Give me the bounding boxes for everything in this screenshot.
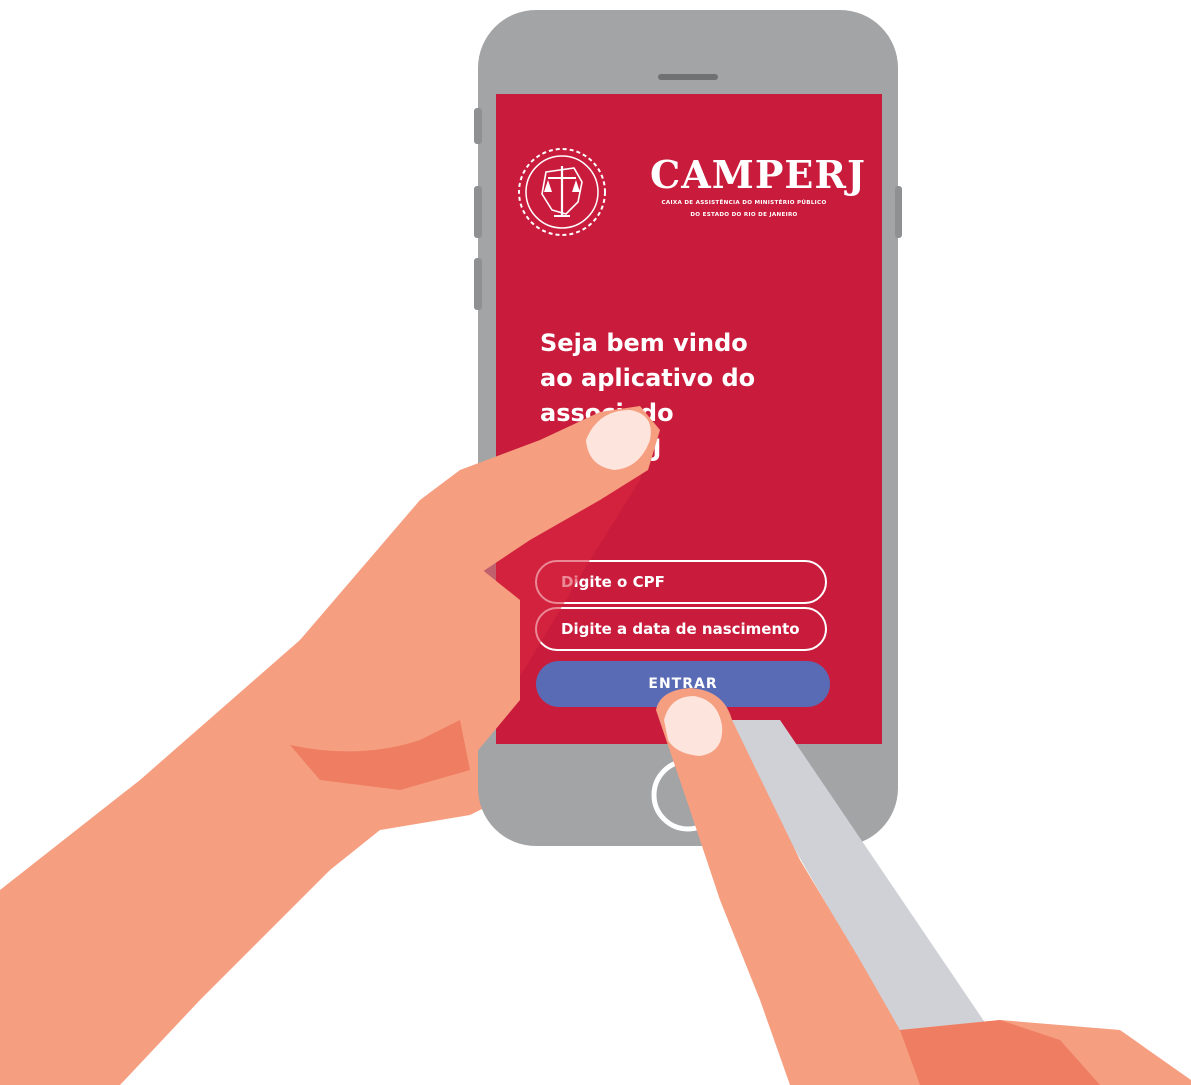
scales-of-justice-emblem-icon (518, 148, 606, 236)
phone-side-button-2 (474, 186, 482, 238)
phone-side-button-1 (474, 108, 482, 144)
welcome-message: Seja bem vindo ao aplicativo do associad… (540, 326, 840, 466)
welcome-line-3: associado (540, 399, 674, 427)
welcome-line-1: Seja bem vindo (540, 329, 748, 357)
cpf-input[interactable]: Digite o CPF (535, 560, 827, 604)
birthdate-input[interactable]: Digite a data de nascimento (535, 607, 827, 651)
phone-power-button (895, 186, 902, 238)
enter-button[interactable]: ENTRAR (536, 661, 830, 707)
brand-header: CAMPERJ (510, 140, 870, 240)
welcome-line-2: ao aplicativo do (540, 364, 756, 392)
brand-subtitle-line2: DO ESTADO DO RIO DE JANEIRO (690, 212, 798, 218)
phone-speaker (658, 74, 718, 80)
welcome-line-4: CAMPERJ (540, 434, 662, 462)
brand-subtitle-line1: CAIXA DE ASSISTÊNCIA DO MINISTÉRIO PÚBLI… (661, 200, 827, 206)
phone-home-button (651, 758, 725, 832)
left-palm (0, 470, 520, 1085)
phone-side-button-3 (474, 258, 482, 310)
brand-name: CAMPERJ (650, 152, 866, 197)
login-screen: CAMPERJ CAIXA DE ASSISTÊNCIA DO MINISTÉR… (496, 94, 882, 744)
